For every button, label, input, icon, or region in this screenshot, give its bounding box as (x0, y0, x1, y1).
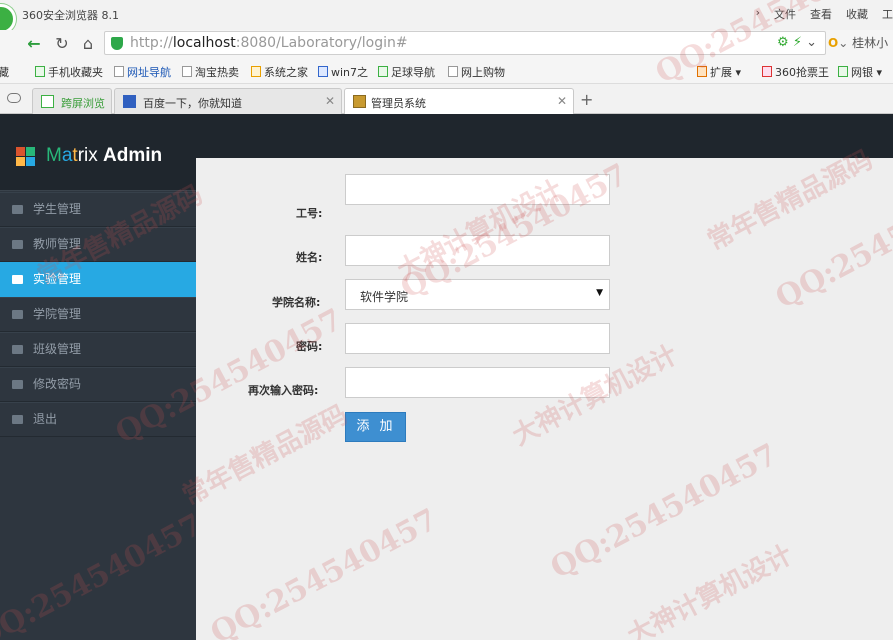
confirm-password-label: 再次输入密码: (248, 384, 319, 397)
refresh-icon[interactable]: ↻ (52, 34, 72, 54)
sidebar-item-logout[interactable]: 退出 (0, 402, 196, 437)
favorites-item[interactable]: win7之 (318, 64, 368, 80)
flag-icon (12, 275, 23, 284)
sidebar-item-colleges[interactable]: 学院管理 (0, 297, 196, 332)
sidebar-item-classes[interactable]: 班级管理 (0, 332, 196, 367)
favorites-bar: 藏 手机收藏夹 网址导航 淘宝热卖 系统之家 win7之 足球导航 网上购物 扩… (0, 58, 893, 84)
favorites-item[interactable]: 淘宝热卖 (182, 64, 239, 80)
name-label: 姓名: (296, 251, 323, 264)
puzzle-icon (697, 66, 707, 77)
ticket-icon (762, 66, 772, 77)
extensions-item[interactable]: 360抢票王 (762, 64, 829, 80)
name-input[interactable] (345, 235, 610, 266)
page-icon (448, 66, 458, 77)
url-text: http://localhost:8080/Laboratory/login# (130, 35, 408, 51)
windows-icon (251, 66, 261, 77)
browser-menu: › 文件 查看 收藏 工 (756, 6, 893, 22)
url-input[interactable]: http://localhost:8080/Laboratory/login# … (104, 31, 826, 55)
menu-favorites[interactable]: 收藏 (846, 6, 868, 22)
brand-logo-icon (16, 147, 36, 167)
tab-bar: 跨屏浏览 百度一下，你就知道 ✕ 管理员系统 ✕ + (0, 84, 893, 115)
add-button[interactable]: 添加 (345, 412, 406, 442)
employee-id-input[interactable] (345, 174, 610, 205)
baidu-paw-icon (123, 95, 136, 108)
logout-icon (12, 415, 23, 424)
sidebar-item-teachers[interactable]: 教师管理 (0, 227, 196, 262)
sidebar-item-students[interactable]: 学生管理 (0, 192, 196, 227)
menu-file[interactable]: 文件 (774, 6, 796, 22)
menu-tools[interactable]: 工 (882, 6, 893, 22)
menu-chevron-icon[interactable]: › (756, 6, 760, 22)
picture-icon (12, 205, 23, 214)
dropdown-arrow-icon: ▼ (596, 288, 603, 298)
sidebar-item-change-password[interactable]: 修改密码 (0, 367, 196, 402)
extensions-item[interactable]: 网银 ▾ (838, 64, 882, 80)
security-shield-icon (111, 37, 123, 50)
new-tab-icon[interactable]: + (580, 90, 593, 109)
favorites-item[interactable]: 藏 (0, 64, 9, 80)
sidebar-item-experiments[interactable]: 实验管理 (0, 262, 196, 297)
employee-id-label: 工号: (296, 207, 323, 220)
browser-titlebar: 360安全浏览器 8.1 › 文件 查看 收藏 工 (0, 0, 893, 34)
back-arrow-icon[interactable]: ← (24, 34, 44, 54)
ball-icon (378, 66, 388, 77)
college-select[interactable]: 软件学院 ▼ (345, 279, 610, 310)
butterfly-icon (318, 66, 328, 77)
search-engine-icon: O (828, 36, 839, 50)
college-label: 学院名称: (272, 296, 321, 309)
password-label: 密码: (296, 340, 323, 353)
favorites-item[interactable]: 网上购物 (448, 64, 505, 80)
menu-view[interactable]: 查看 (810, 6, 832, 22)
sidebar: Matrix Admin 学生管理 教师管理 实验管理 学院管理 班级管理 修改… (0, 114, 196, 640)
home-icon[interactable]: ⌂ (78, 34, 98, 54)
page-icon (353, 95, 366, 108)
extensions-item[interactable]: 扩展 ▾ (697, 64, 741, 80)
tab-cross-screen[interactable]: 跨屏浏览 (32, 88, 112, 114)
confirm-password-input[interactable] (345, 367, 610, 398)
phone-icon (41, 95, 54, 108)
user-icon (12, 345, 23, 354)
favorites-item[interactable]: 手机收藏夹 (35, 64, 103, 80)
key-icon (12, 380, 23, 389)
admin-app: Matrix Admin 学生管理 教师管理 实验管理 学院管理 班级管理 修改… (0, 114, 893, 640)
tag-icon (12, 310, 23, 319)
brand-title: Matrix Admin (46, 145, 163, 166)
form-panel: 工号: 姓名: 学院名称: 软件学院 ▼ 密码: 再次输入密码: 添加 (196, 158, 893, 640)
bank-icon (838, 66, 848, 77)
close-icon[interactable]: ✕ (557, 94, 567, 108)
tab-admin-system[interactable]: 管理员系统 ✕ (344, 88, 574, 115)
cloud-icon[interactable] (7, 93, 21, 103)
sidebar-menu: 学生管理 教师管理 实验管理 学院管理 班级管理 修改密码 退出 (0, 192, 196, 437)
page-icon (114, 66, 124, 77)
search-box[interactable]: O⌄ 桂林小 (828, 34, 888, 51)
phone-icon (35, 66, 45, 77)
favorites-item[interactable]: 网址导航 (114, 64, 171, 80)
tab-baidu[interactable]: 百度一下，你就知道 ✕ (114, 88, 342, 114)
address-bar-row: ← ↻ ⌂ http://localhost:8080/Laboratory/l… (0, 30, 893, 58)
url-actions-icon[interactable]: ⚙ ⚡ ⌄ (777, 35, 817, 50)
users-icon (12, 240, 23, 249)
page-icon (182, 66, 192, 77)
favorites-item[interactable]: 足球导航 (378, 64, 435, 80)
close-icon[interactable]: ✕ (325, 94, 335, 108)
browser-title: 360安全浏览器 8.1 (22, 9, 119, 22)
password-input[interactable] (345, 323, 610, 354)
favorites-item[interactable]: 系统之家 (251, 64, 308, 80)
brand: Matrix Admin (0, 114, 196, 191)
